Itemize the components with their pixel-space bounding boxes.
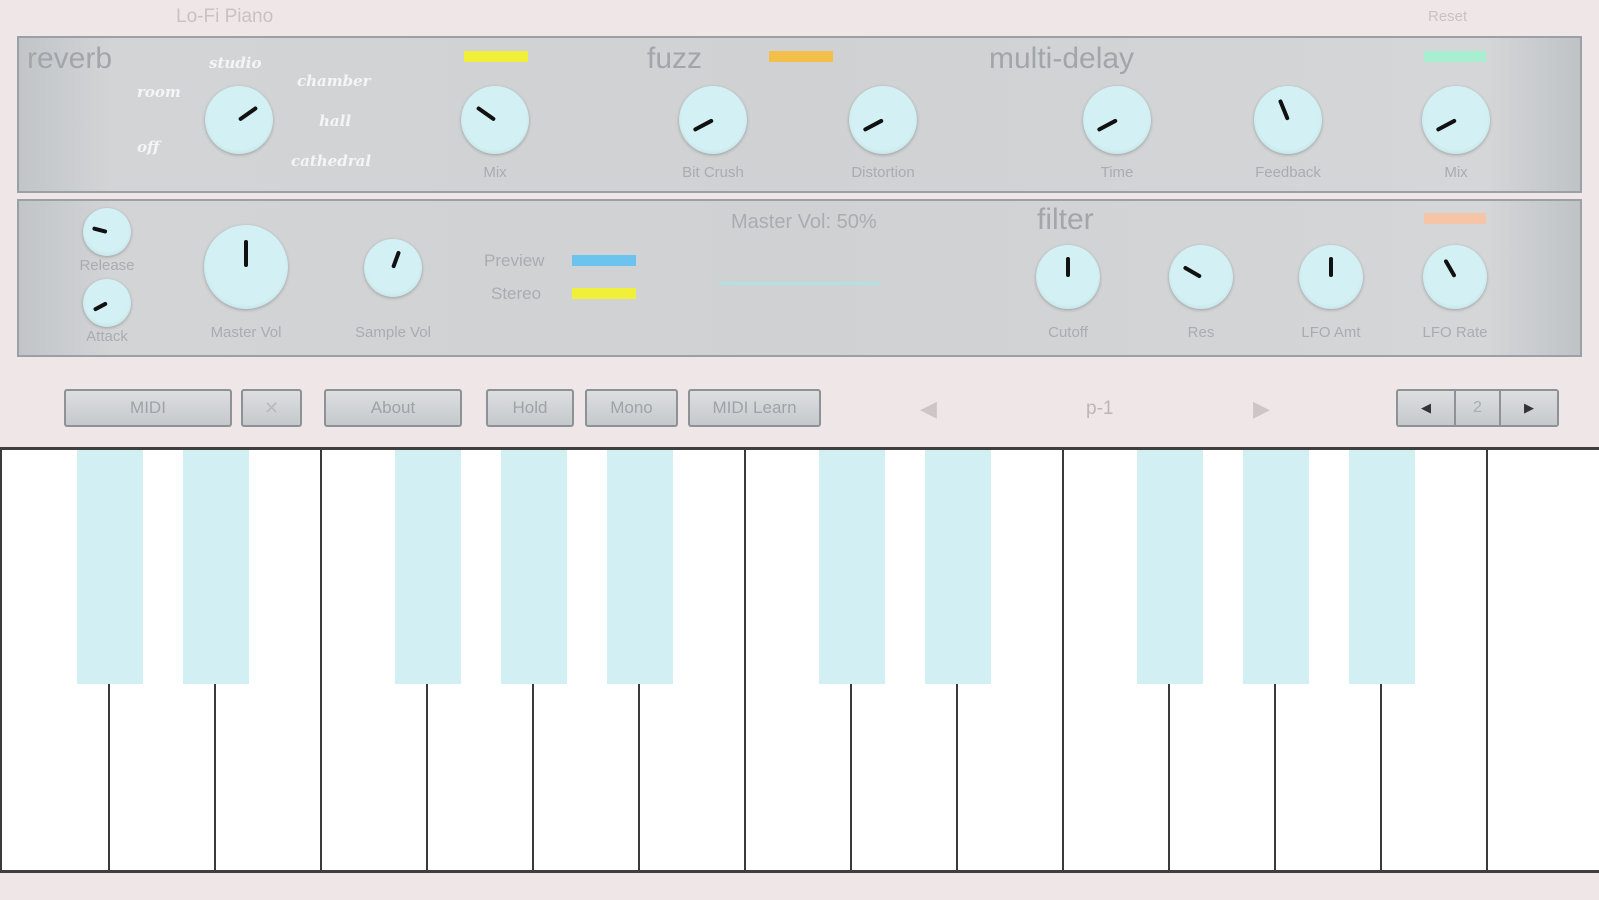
- black-key[interactable]: [607, 450, 673, 684]
- attack-label: Attack: [86, 328, 128, 345]
- reverb-mode-room[interactable]: room: [137, 83, 181, 101]
- delay-time-knob[interactable]: [1083, 86, 1151, 154]
- reverb-mode-off[interactable]: off: [137, 138, 159, 156]
- distortion-knob[interactable]: [849, 86, 917, 154]
- attack-knob[interactable]: [83, 279, 131, 327]
- reverb-mode-studio[interactable]: studio: [209, 54, 261, 72]
- fuzz-title: fuzz: [647, 42, 703, 75]
- reverb-mix-knob[interactable]: [461, 86, 529, 154]
- midi-button[interactable]: MIDI: [64, 389, 232, 427]
- preview-label: Preview: [484, 251, 545, 270]
- lfo-rate-label: LFO Rate: [1422, 324, 1488, 341]
- white-key[interactable]: [1486, 450, 1599, 870]
- about-button[interactable]: About: [324, 389, 462, 427]
- stereo-toggle[interactable]: [572, 288, 636, 299]
- stereo-label: Stereo: [491, 284, 542, 303]
- next-preset-button[interactable]: ▶: [1253, 396, 1270, 422]
- reverb-mix-label: Mix: [483, 164, 507, 181]
- bitcrush-label: Bit Crush: [682, 164, 744, 181]
- delay-feedback-knob[interactable]: [1254, 86, 1322, 154]
- black-key[interactable]: [1137, 450, 1203, 684]
- reverb-mode-cathedral[interactable]: cathedral: [291, 152, 371, 170]
- close-button[interactable]: ✕: [241, 389, 302, 427]
- lfo-amt-label: LFO Amt: [1301, 324, 1361, 341]
- black-key[interactable]: [77, 450, 143, 684]
- delay-indicator[interactable]: [1424, 51, 1486, 62]
- res-knob[interactable]: [1169, 245, 1233, 309]
- piano-keyboard: [0, 447, 1599, 873]
- delay-mix-label: Mix: [1444, 164, 1468, 181]
- amp-filter-panel: Release Attack Master Vol Sample Vol Pre…: [17, 199, 1582, 357]
- black-key[interactable]: [395, 450, 461, 684]
- fuzz-indicator[interactable]: [769, 51, 833, 62]
- reverb-mode-chamber[interactable]: chamber: [297, 72, 371, 90]
- octave-selector: ◀ 2 ▶: [1396, 389, 1559, 427]
- octave-down-button[interactable]: ◀: [1398, 391, 1454, 425]
- midi-learn-button[interactable]: MIDI Learn: [688, 389, 821, 427]
- black-key[interactable]: [819, 450, 885, 684]
- reverb-type-knob[interactable]: [205, 86, 273, 154]
- reverb-mode-hall[interactable]: hall: [319, 112, 351, 130]
- black-key[interactable]: [925, 450, 991, 684]
- effects-panel: reverb room off studio chamber hall cath…: [17, 36, 1582, 193]
- black-key[interactable]: [183, 450, 249, 684]
- delay-time-label: Time: [1100, 164, 1134, 181]
- filter-indicator[interactable]: [1424, 213, 1486, 224]
- master-vol-readout: Master Vol: 50%: [731, 211, 877, 233]
- lfo-amt-knob[interactable]: [1299, 245, 1363, 309]
- master-vol-knob[interactable]: [204, 225, 288, 309]
- black-key[interactable]: [1349, 450, 1415, 684]
- delay-mix-knob[interactable]: [1422, 86, 1490, 154]
- delay-title: multi-delay: [989, 42, 1135, 75]
- reverb-title: reverb: [27, 42, 113, 75]
- black-key[interactable]: [501, 450, 567, 684]
- distortion-label: Distortion: [851, 164, 915, 181]
- preview-toggle[interactable]: [572, 255, 636, 266]
- black-key[interactable]: [1243, 450, 1309, 684]
- cutoff-label: Cutoff: [1048, 324, 1088, 341]
- lfo-rate-knob[interactable]: [1423, 245, 1487, 309]
- release-label: Release: [79, 257, 135, 274]
- reset-button[interactable]: Reset: [1428, 8, 1467, 25]
- bitcrush-knob[interactable]: [679, 86, 747, 154]
- octave-up-button[interactable]: ▶: [1501, 391, 1557, 425]
- master-vol-slider[interactable]: [719, 282, 881, 285]
- cutoff-knob[interactable]: [1036, 245, 1100, 309]
- app-title: Lo-Fi Piano: [176, 6, 274, 27]
- prev-preset-button[interactable]: ◀: [920, 396, 937, 422]
- delay-feedback-label: Feedback: [1255, 164, 1321, 181]
- hold-button[interactable]: Hold: [486, 389, 574, 427]
- octave-value: 2: [1454, 391, 1501, 425]
- filter-title: filter: [1037, 203, 1094, 236]
- release-knob[interactable]: [83, 208, 131, 256]
- sample-vol-knob[interactable]: [364, 239, 422, 297]
- reverb-indicator[interactable]: [464, 51, 528, 62]
- close-icon: ✕: [263, 397, 280, 418]
- sample-vol-label: Sample Vol: [355, 324, 431, 341]
- master-vol-label: Master Vol: [210, 324, 282, 341]
- preset-name: p-1: [1086, 398, 1114, 419]
- mono-button[interactable]: Mono: [585, 389, 678, 427]
- res-label: Res: [1187, 324, 1215, 341]
